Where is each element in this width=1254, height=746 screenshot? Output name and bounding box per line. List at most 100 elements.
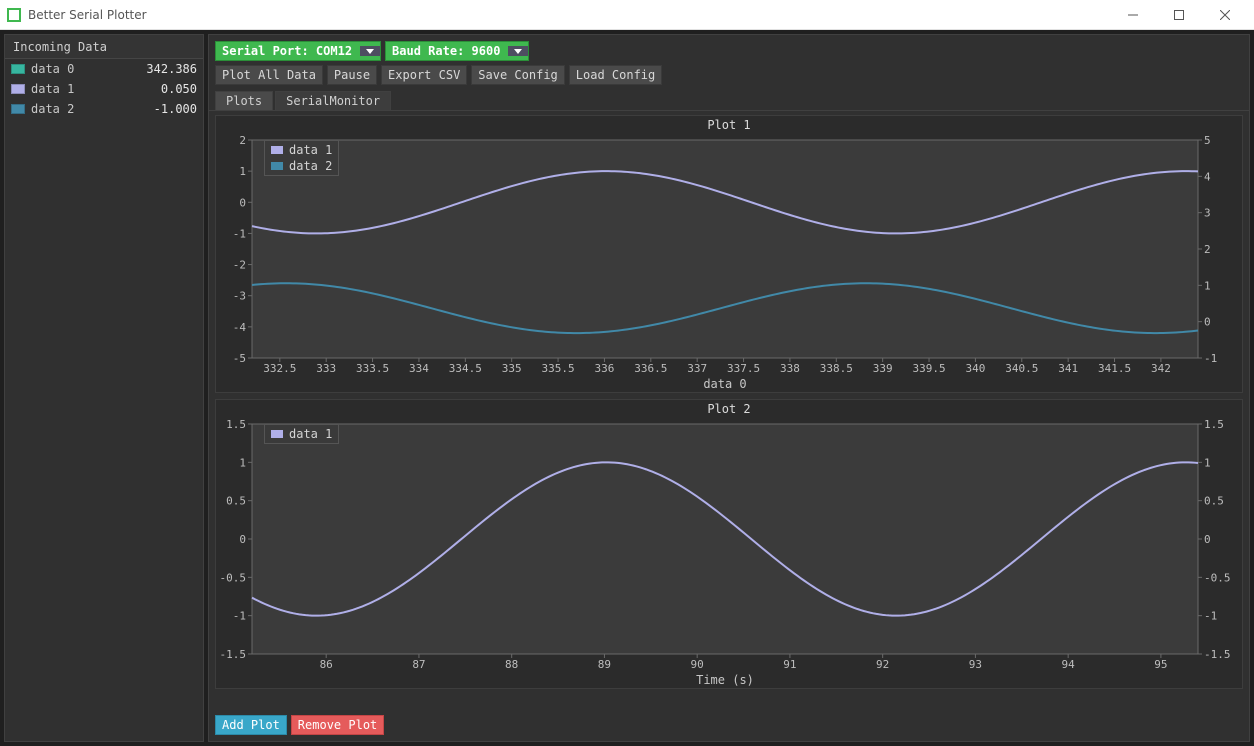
data-row[interactable]: data 0 342.386	[5, 59, 203, 79]
svg-text:94: 94	[1062, 658, 1076, 671]
svg-text:4: 4	[1204, 170, 1211, 183]
svg-text:0.5: 0.5	[1204, 495, 1224, 508]
plot-legend[interactable]: data 1 data 2	[264, 140, 339, 176]
plot[interactable]: Plot 2-1.5-1-0.500.511.5-1.5-1-0.500.511…	[215, 399, 1243, 689]
legend-item[interactable]: data 1	[271, 427, 332, 441]
svg-text:339.5: 339.5	[912, 362, 945, 375]
plot-title: Plot 2	[216, 400, 1242, 418]
legend-label: data 1	[289, 143, 332, 157]
data-row[interactable]: data 1 0.050	[5, 79, 203, 99]
svg-text:338: 338	[780, 362, 800, 375]
window-minimize-button[interactable]	[1110, 0, 1156, 30]
save-config-button[interactable]: Save Config	[471, 65, 564, 85]
baud-rate-label: Baud Rate: 9600	[386, 44, 508, 58]
legend-item[interactable]: data 1	[271, 143, 332, 157]
svg-text:-1.5: -1.5	[1204, 648, 1231, 661]
data-value-label: 342.386	[146, 62, 197, 76]
svg-text:332.5: 332.5	[263, 362, 296, 375]
svg-text:data 0: data 0	[703, 377, 746, 391]
color-swatch	[11, 104, 25, 114]
legend-label: data 2	[289, 159, 332, 173]
plot-canvas[interactable]: -5-4-3-2-1012-1012345332.5333333.5334334…	[216, 134, 1234, 394]
svg-text:-4: -4	[233, 321, 247, 334]
svg-text:342: 342	[1151, 362, 1171, 375]
svg-text:1: 1	[239, 456, 246, 469]
export-csv-button[interactable]: Export CSV	[381, 65, 467, 85]
data-name-label: data 1	[31, 82, 161, 96]
svg-text:-0.5: -0.5	[1204, 571, 1231, 584]
legend-swatch	[271, 146, 283, 154]
dropdown-caret-icon	[360, 46, 380, 56]
svg-text:333: 333	[316, 362, 336, 375]
svg-text:-1: -1	[1204, 352, 1217, 365]
tab-serial-monitor[interactable]: SerialMonitor	[275, 91, 391, 110]
svg-text:341.5: 341.5	[1098, 362, 1131, 375]
svg-text:88: 88	[505, 658, 518, 671]
svg-text:0: 0	[239, 533, 246, 546]
svg-text:0: 0	[239, 196, 246, 209]
svg-text:341: 341	[1058, 362, 1078, 375]
baud-rate-combo[interactable]: Baud Rate: 9600	[385, 41, 529, 61]
svg-text:89: 89	[598, 658, 611, 671]
svg-text:95: 95	[1154, 658, 1167, 671]
pause-button[interactable]: Pause	[327, 65, 377, 85]
data-name-label: data 0	[31, 62, 146, 76]
svg-text:-3: -3	[233, 290, 246, 303]
svg-text:-1: -1	[1204, 610, 1217, 623]
tab-plots[interactable]: Plots	[215, 91, 273, 110]
sidebar-header: Incoming Data	[5, 35, 203, 59]
data-value-label: 0.050	[161, 82, 197, 96]
window-maximize-button[interactable]	[1156, 0, 1202, 30]
svg-text:5: 5	[1204, 134, 1211, 147]
data-row[interactable]: data 2 -1.000	[5, 99, 203, 119]
load-config-button[interactable]: Load Config	[569, 65, 662, 85]
plot-canvas[interactable]: -1.5-1-0.500.511.5-1.5-1-0.500.511.58687…	[216, 418, 1234, 690]
legend-swatch	[271, 162, 283, 170]
svg-text:340.5: 340.5	[1005, 362, 1038, 375]
data-name-label: data 2	[31, 102, 154, 116]
legend-item[interactable]: data 2	[271, 159, 332, 173]
svg-text:1: 1	[1204, 279, 1211, 292]
legend-swatch	[271, 430, 283, 438]
svg-text:0: 0	[1204, 316, 1211, 329]
svg-text:336.5: 336.5	[634, 362, 667, 375]
plot-all-data-button[interactable]: Plot All Data	[215, 65, 323, 85]
svg-text:339: 339	[873, 362, 893, 375]
svg-text:92: 92	[876, 658, 889, 671]
svg-text:87: 87	[412, 658, 425, 671]
svg-text:334.5: 334.5	[449, 362, 482, 375]
app-icon	[6, 7, 22, 23]
data-value-label: -1.000	[154, 102, 197, 116]
top-controls: Serial Port: COM12 Baud Rate: 9600	[209, 35, 1249, 61]
serial-port-combo[interactable]: Serial Port: COM12	[215, 41, 381, 61]
plots-container: Plot 1-5-4-3-2-1012-1012345332.5333333.5…	[209, 111, 1249, 711]
plot[interactable]: Plot 1-5-4-3-2-1012-1012345332.5333333.5…	[215, 115, 1243, 393]
svg-text:1: 1	[239, 165, 246, 178]
svg-text:335: 335	[502, 362, 522, 375]
dropdown-caret-icon	[508, 46, 528, 56]
svg-text:-0.5: -0.5	[220, 571, 247, 584]
svg-text:338.5: 338.5	[820, 362, 853, 375]
window-close-button[interactable]	[1202, 0, 1248, 30]
svg-text:93: 93	[969, 658, 982, 671]
svg-text:Time (s): Time (s)	[696, 673, 754, 687]
add-plot-button[interactable]: Add Plot	[215, 715, 287, 735]
window-title: Better Serial Plotter	[28, 8, 147, 22]
tab-bar: Plots SerialMonitor	[209, 89, 1249, 111]
svg-text:1.5: 1.5	[1204, 418, 1224, 431]
svg-text:1: 1	[1204, 456, 1211, 469]
svg-text:336: 336	[594, 362, 614, 375]
svg-text:90: 90	[691, 658, 704, 671]
color-swatch	[11, 64, 25, 74]
svg-text:2: 2	[239, 134, 246, 147]
legend-label: data 1	[289, 427, 332, 441]
app-frame: Incoming Data data 0 342.386 data 1 0.05…	[0, 30, 1254, 746]
svg-text:335.5: 335.5	[541, 362, 574, 375]
svg-text:0.5: 0.5	[226, 495, 246, 508]
svg-text:86: 86	[320, 658, 333, 671]
plot-legend[interactable]: data 1	[264, 424, 339, 444]
toolbar: Plot All Data Pause Export CSV Save Conf…	[209, 61, 1249, 85]
svg-text:0: 0	[1204, 533, 1211, 546]
remove-plot-button[interactable]: Remove Plot	[291, 715, 384, 735]
svg-text:337.5: 337.5	[727, 362, 760, 375]
